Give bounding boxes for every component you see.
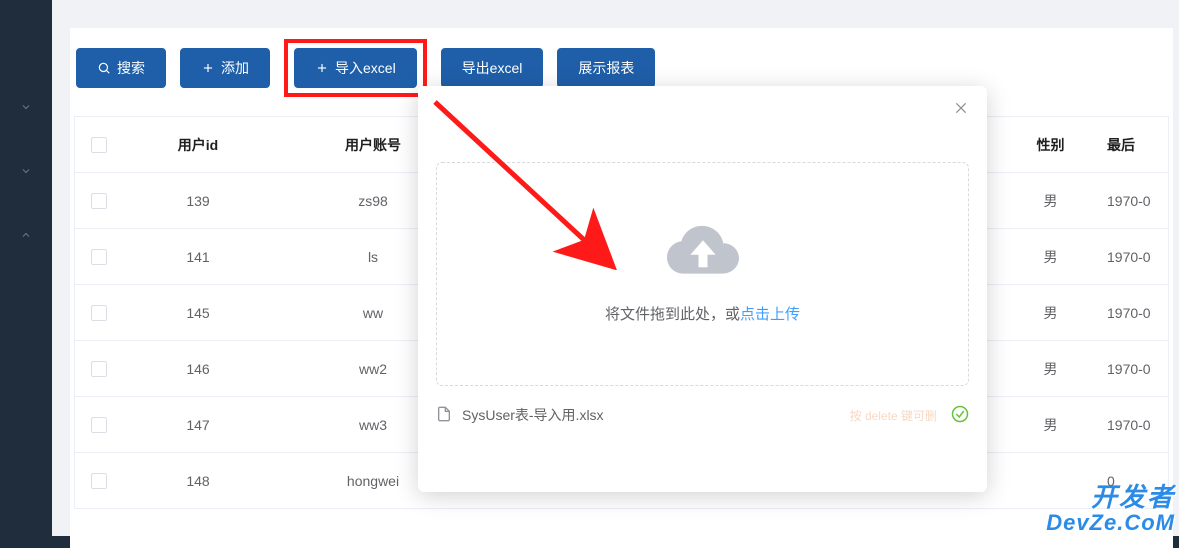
uploaded-file-name: SysUser表-导入用.xlsx: [462, 405, 840, 425]
search-button-label: 搜索: [117, 58, 145, 78]
col-last: 最后: [1103, 135, 1168, 155]
cell-last: 1970-0: [1103, 193, 1168, 209]
search-icon: [97, 61, 111, 75]
cell-sex: 男: [998, 191, 1103, 211]
cell-user-id: 141: [123, 249, 273, 265]
cell-user-id: 145: [123, 305, 273, 321]
row-checkbox[interactable]: [91, 193, 107, 209]
row-checkbox[interactable]: [91, 417, 107, 433]
success-check-icon: [951, 405, 969, 426]
row-checkbox[interactable]: [91, 361, 107, 377]
col-user-id: 用户id: [123, 135, 273, 155]
select-all-cell: [75, 137, 123, 153]
cell-sex: 男: [998, 247, 1103, 267]
export-excel-button[interactable]: 导出excel: [441, 48, 544, 88]
row-select-cell: [75, 361, 123, 377]
chevron-down-icon[interactable]: [19, 164, 33, 178]
document-icon: [436, 406, 452, 425]
cell-sex: 男: [998, 359, 1103, 379]
cell-user-id: 147: [123, 417, 273, 433]
upload-hint: 将文件拖到此处，或点击上传: [605, 303, 800, 324]
import-excel-button[interactable]: 导入excel: [294, 48, 417, 88]
row-checkbox[interactable]: [91, 473, 107, 489]
row-select-cell: [75, 473, 123, 489]
chevron-down-icon[interactable]: [19, 100, 33, 114]
cell-sex: 男: [998, 303, 1103, 323]
search-button[interactable]: 搜索: [76, 48, 166, 88]
delete-hint: 按 delete 键可删: [850, 407, 937, 424]
toolbar: 搜索 添加 导入excel 导出excel 展示: [70, 48, 1173, 88]
cell-sex: 男: [998, 415, 1103, 435]
close-icon[interactable]: [951, 98, 971, 118]
cell-last: 0: [1103, 473, 1168, 489]
upload-dialog: 将文件拖到此处，或点击上传 SysUser表-导入用.xlsx 按 delete…: [418, 86, 987, 492]
plus-icon: [315, 61, 329, 75]
select-all-checkbox[interactable]: [91, 137, 107, 153]
annotation-highlight: 导入excel: [284, 39, 427, 97]
row-checkbox[interactable]: [91, 249, 107, 265]
row-select-cell: [75, 249, 123, 265]
upload-hint-prefix: 将文件拖到此处，或: [605, 306, 740, 323]
row-select-cell: [75, 417, 123, 433]
add-button-label: 添加: [221, 58, 249, 78]
upload-dropzone[interactable]: 将文件拖到此处，或点击上传: [436, 162, 969, 386]
col-sex: 性别: [998, 135, 1103, 155]
cell-user-id: 148: [123, 473, 273, 489]
cell-last: 1970-0: [1103, 305, 1168, 321]
plus-icon: [201, 61, 215, 75]
cell-last: 1970-0: [1103, 417, 1168, 433]
row-select-cell: [75, 193, 123, 209]
import-button-label: 导入excel: [335, 58, 396, 78]
report-button-label: 展示报表: [578, 58, 634, 78]
row-select-cell: [75, 305, 123, 321]
cell-user-id: 139: [123, 193, 273, 209]
cell-user-id: 146: [123, 361, 273, 377]
add-button[interactable]: 添加: [180, 48, 270, 88]
cell-last: 1970-0: [1103, 249, 1168, 265]
export-button-label: 导出excel: [462, 58, 523, 78]
upload-click-link[interactable]: 点击上传: [740, 306, 800, 323]
show-report-button[interactable]: 展示报表: [557, 48, 655, 88]
chevron-up-icon[interactable]: [19, 228, 33, 242]
uploaded-file-row[interactable]: SysUser表-导入用.xlsx 按 delete 键可删: [436, 400, 969, 430]
row-checkbox[interactable]: [91, 305, 107, 321]
cell-last: 1970-0: [1103, 361, 1168, 377]
sidebar: [0, 0, 52, 536]
cloud-upload-icon: [667, 224, 739, 283]
